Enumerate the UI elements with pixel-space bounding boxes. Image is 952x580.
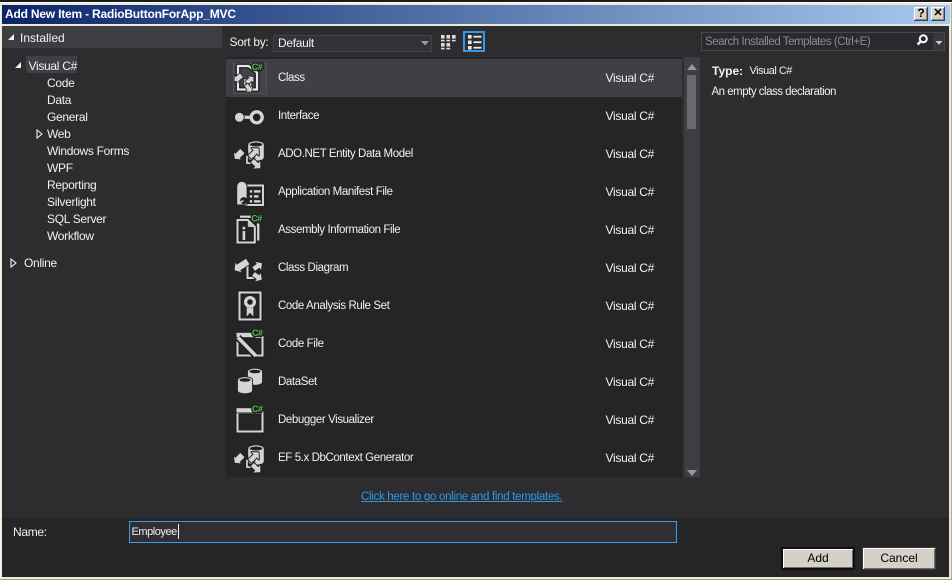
svg-text:C#: C#	[251, 214, 262, 224]
svg-text:C#: C#	[252, 328, 263, 338]
svg-text:C#: C#	[252, 62, 263, 72]
svg-text:C#: C#	[252, 404, 263, 414]
